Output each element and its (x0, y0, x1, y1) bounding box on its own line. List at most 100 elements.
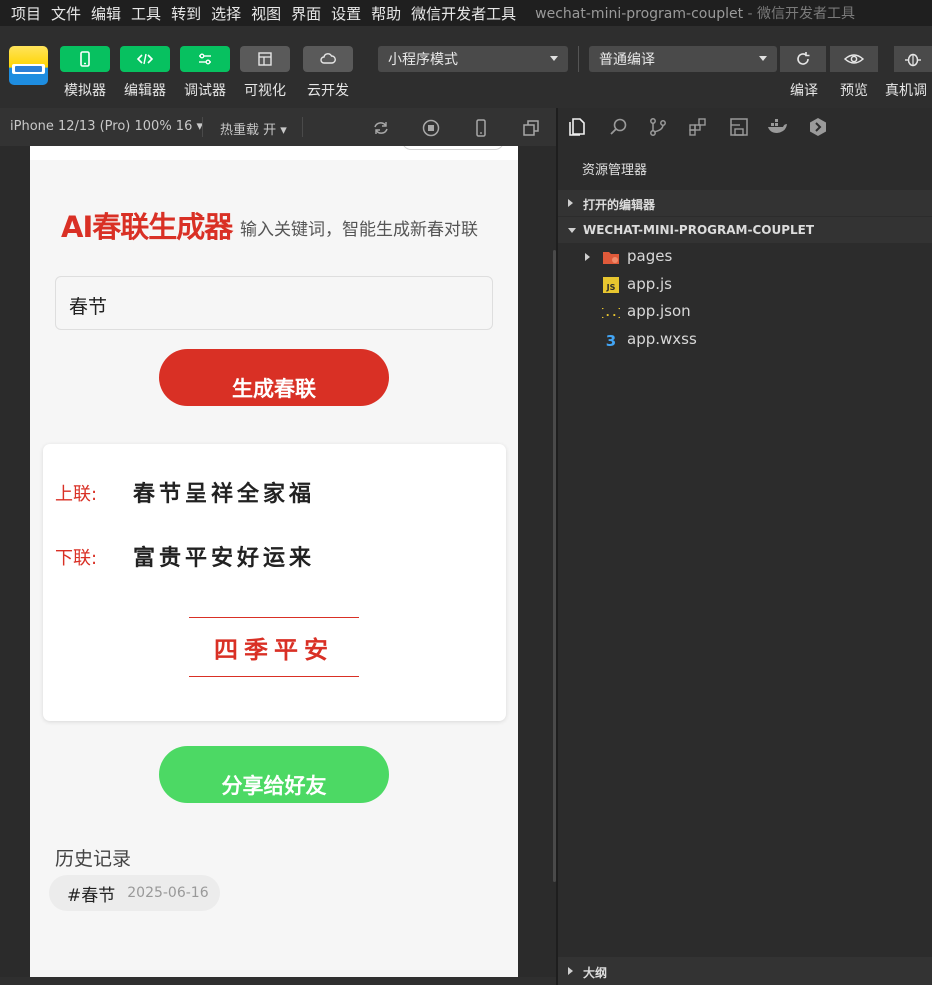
visual-label: 可视化 (244, 83, 286, 99)
record-icon[interactable] (421, 118, 441, 138)
menu-item-settings[interactable]: 设置 (326, 3, 366, 24)
compile-mode-select[interactable]: 普通编译 (589, 46, 777, 72)
mode-select[interactable]: 小程序模式 (378, 46, 568, 72)
explorer-panel: 资源管理器 打开的编辑器 WECHAT-MINI-PROGRAM-COUPLET… (558, 108, 932, 985)
chevron-right-icon (568, 967, 573, 975)
open-editors-label: 打开的编辑器 (583, 198, 656, 212)
app-subtitle: 输入关键词，智能生成新春对联 (240, 220, 478, 240)
compile-button[interactable] (780, 46, 826, 72)
editor-toggle-button[interactable] (120, 46, 170, 72)
visual-toggle-button[interactable] (240, 46, 290, 72)
chevron-down-icon (568, 228, 576, 233)
refresh-icon (797, 52, 810, 65)
docker-icon[interactable] (766, 116, 788, 138)
chevron-right-icon (585, 253, 590, 261)
upper-couplet-text: 春节呈祥全家福 (133, 482, 316, 507)
menu-item-project[interactable]: 项目 (0, 3, 46, 24)
history-title: 历史记录 (55, 848, 132, 870)
compile-mode-value: 普通编译 (599, 52, 655, 68)
tree-item-label: app.json (627, 302, 691, 320)
bug-icon (905, 53, 921, 67)
horizontal-scroll-bottom-rule (189, 676, 359, 677)
rotate-icon[interactable] (371, 118, 391, 138)
window-title-app: - 微信开发者工具 (743, 6, 856, 22)
source-control-icon[interactable] (647, 116, 669, 138)
history-item[interactable]: #春节 2025-06-16 (49, 875, 220, 911)
tree-item-app-json[interactable]: {..} app.json (558, 299, 932, 325)
files-icon[interactable] (566, 116, 588, 138)
window-title: wechat-mini-program-couplet - 微信开发者工具 (535, 3, 855, 23)
device-debug-button[interactable] (894, 46, 932, 72)
capsule-button[interactable] (402, 146, 504, 150)
menu-item-edit[interactable]: 编辑 (86, 3, 126, 24)
menu-item-help[interactable]: 帮助 (366, 3, 406, 24)
toolbar-divider (578, 46, 579, 72)
menu-item-file[interactable]: 文件 (46, 3, 86, 24)
css-icon: 3 (606, 332, 616, 348)
history-keyword: #春节 (67, 885, 116, 906)
project-section[interactable]: WECHAT-MINI-PROGRAM-COUPLET (558, 217, 932, 243)
lower-couplet-label: 下联: (55, 548, 98, 569)
generate-couplet-button[interactable]: 生成春联 (159, 349, 389, 406)
preview-button[interactable] (830, 46, 878, 72)
json-icon: {..} (602, 306, 620, 319)
svg-text:JS: JS (606, 283, 616, 292)
js-icon: JS (603, 277, 619, 293)
tree-item-app-wxss[interactable]: 3 app.wxss (558, 327, 932, 353)
menu-item-goto[interactable]: 转到 (166, 3, 206, 24)
device-select[interactable]: iPhone 12/13 (Pro) 100% 16 ▾ (10, 119, 203, 134)
eye-icon (843, 54, 865, 64)
editor-label: 编辑器 (124, 83, 166, 99)
menu-item-select[interactable]: 选择 (206, 3, 246, 24)
menu-item-view[interactable]: 视图 (246, 3, 286, 24)
menu-item-devtools[interactable]: 微信开发者工具 (406, 3, 521, 24)
debugger-toggle-button[interactable] (180, 46, 230, 72)
code-icon (136, 53, 154, 65)
history-date: 2025-06-16 (127, 885, 209, 901)
mode-select-value: 小程序模式 (388, 52, 458, 68)
menu-item-tools[interactable]: 工具 (126, 3, 166, 24)
simulator-label: 模拟器 (64, 83, 106, 99)
phone-icon (80, 51, 90, 67)
lower-couplet-text: 富贵平安好运来 (133, 546, 316, 571)
outline-section[interactable]: 大纲 (558, 957, 932, 985)
simulator-header: iPhone 12/13 (Pro) 100% 16 ▾ 热重载 开 ▾ (0, 108, 556, 146)
svg-text:{..}: {..} (602, 306, 620, 319)
phone-icon[interactable] (471, 118, 491, 138)
phone-screen: AI春联生成器 输入关键词，智能生成新春对联 春节 生成春联 上联: 春节呈祥全… (30, 146, 518, 977)
detach-window-icon[interactable] (521, 118, 541, 138)
storage-icon[interactable] (728, 116, 750, 138)
folder-icon (603, 252, 619, 264)
tree-item-app-js[interactable]: JS app.js (558, 272, 932, 298)
menu-bar: 项目 文件 编辑 工具 转到 选择 视图 界面 设置 帮助 微信开发者工具 we… (0, 0, 932, 26)
toolbar: 模拟器 编辑器 调试器 可视化 云开发 小程序模式 普通编译 编译 预览 真机调 (0, 26, 932, 108)
cloud-dev-button[interactable] (303, 46, 353, 72)
chevron-right-icon (568, 199, 573, 207)
tree-item-label: app.wxss (627, 330, 697, 348)
horizontal-scroll-text: 四季平安 (214, 636, 334, 664)
keyword-input[interactable]: 春节 (55, 276, 493, 330)
tree-item-label: pages (627, 247, 673, 265)
project-avatar[interactable] (9, 46, 48, 85)
simulator-toggle-button[interactable] (60, 46, 110, 72)
app-title: AI春联生成器 (61, 210, 233, 244)
open-editors-section[interactable]: 打开的编辑器 (558, 190, 932, 216)
plugin-icon[interactable] (807, 116, 829, 138)
explorer-title: 资源管理器 (582, 163, 648, 178)
chevron-down-icon (550, 56, 558, 61)
hot-reload-toggle[interactable]: 热重载 开 ▾ (220, 119, 287, 138)
chevron-down-icon (759, 56, 767, 61)
search-icon[interactable] (608, 116, 630, 138)
share-button[interactable]: 分享给好友 (159, 746, 389, 803)
upper-couplet-label: 上联: (55, 484, 98, 505)
menu-item-interface[interactable]: 界面 (286, 3, 326, 24)
cloud-dev-label: 云开发 (307, 83, 349, 99)
activity-bar (558, 108, 932, 146)
simulator-area: AI春联生成器 输入关键词，智能生成新春对联 春节 生成春联 上联: 春节呈祥全… (0, 146, 556, 985)
outline-label: 大纲 (583, 966, 608, 980)
tree-item-pages[interactable]: pages (558, 244, 932, 270)
sliders-icon (199, 53, 211, 65)
extensions-icon[interactable] (687, 116, 709, 138)
debugger-label: 调试器 (184, 83, 226, 99)
window-title-project: wechat-mini-program-couplet (535, 6, 744, 22)
